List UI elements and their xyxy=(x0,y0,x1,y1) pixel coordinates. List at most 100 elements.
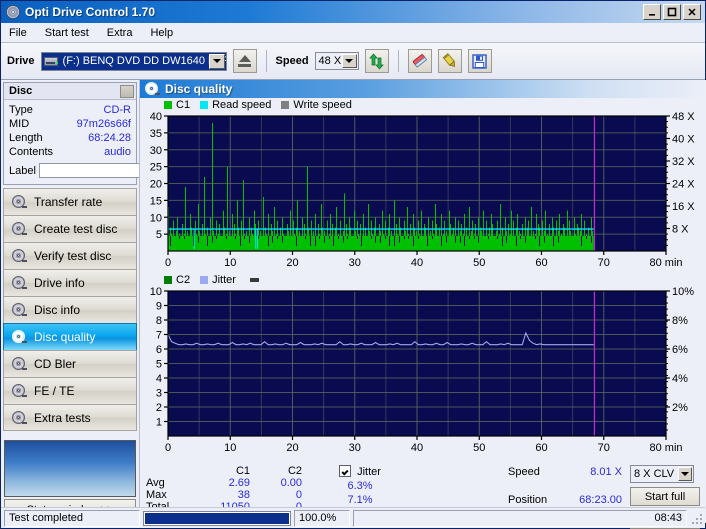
content-area: Disc quality C1 Read speed Write speed 5… xyxy=(139,80,706,529)
svg-text:30: 30 xyxy=(349,257,361,269)
disc-icon xyxy=(12,222,27,236)
disc-field-length-label: Length xyxy=(9,132,43,144)
sidebar-item-fe-te[interactable]: FE / TE xyxy=(3,377,137,404)
disc-icon xyxy=(12,410,27,425)
svg-text:40 X: 40 X xyxy=(672,134,695,146)
svg-text:10%: 10% xyxy=(672,287,694,298)
speed-label: Speed xyxy=(275,55,309,67)
svg-text:9: 9 xyxy=(156,301,162,313)
legend-swatch-jitter xyxy=(200,276,209,284)
svg-text:4%: 4% xyxy=(672,373,688,385)
sidebar-item-create-test-disc[interactable]: Create test disc xyxy=(3,215,137,242)
clear-button[interactable] xyxy=(407,49,432,73)
toolbar: Drive (F:) BENQ DVD DD DW1640 BSRB Speed… xyxy=(1,43,705,80)
legend-swatch-c1 xyxy=(164,101,172,109)
toolbar-separator-1 xyxy=(265,50,267,72)
disc-panel-title: Disc xyxy=(9,85,33,97)
close-button[interactable] xyxy=(683,4,701,20)
jitter-max: 7.1% xyxy=(347,494,373,506)
save-button[interactable] xyxy=(467,49,492,73)
param-row-speed: Speed 8.01 X xyxy=(508,466,622,478)
chart2-wrap: 1 2 3 4 5 6 7 8 9 10 2% 4% 6% 8% 10% 0 10 20 30 40 50 60 70 80 … xyxy=(140,286,706,458)
maximize-button[interactable] xyxy=(663,4,681,20)
svg-text:50: 50 xyxy=(473,442,485,454)
disc-quality-c1-chart[interactable]: 5 10 15 20 25 30 35 40 8 X 16 X 24 X 32 X 40 X 48 X 0 1… xyxy=(140,111,706,270)
svg-text:20: 20 xyxy=(286,442,298,454)
edit-button[interactable] xyxy=(437,49,462,73)
sidebar-item-label: Disc quality xyxy=(34,330,96,344)
disc-quality-jitter-chart[interactable]: 1 2 3 4 5 6 7 8 9 10 2% 4% 6% 8% 10% 0 10 20 30 40 50 60 70 80 … xyxy=(140,286,706,455)
disc-field-contents-value: audio xyxy=(104,146,131,158)
table-header-row: C1 C2 xyxy=(146,465,302,477)
menu-bar: File Start test Extra Help xyxy=(1,23,705,43)
jitter-column: Jitter 6.3% 7.1% xyxy=(330,465,390,506)
sidebar-item-label: Create test disc xyxy=(34,222,118,236)
legend-label-c2: C2 xyxy=(176,274,191,286)
sidebar-item-extra-tests[interactable]: Extra tests xyxy=(3,404,137,431)
page-title: Disc quality xyxy=(165,82,233,96)
window-title: Opti Drive Control 1.70 xyxy=(25,5,156,19)
disc-field-length: Length 68:24.28 xyxy=(9,131,131,145)
progress-bar xyxy=(143,510,291,526)
svg-text:8: 8 xyxy=(156,315,162,327)
svg-text:24 X: 24 X xyxy=(672,179,695,191)
menu-file[interactable]: File xyxy=(7,26,29,40)
svg-text:70: 70 xyxy=(598,257,610,269)
legend-swatch-extra xyxy=(249,278,259,282)
status-window-preview xyxy=(4,440,136,497)
sidebar-item-verify-test-disc[interactable]: Verify test disc xyxy=(3,242,137,269)
svg-text:7: 7 xyxy=(156,330,162,342)
menu-start-test[interactable]: Start test xyxy=(43,26,91,40)
disc-field-type-label: Type xyxy=(9,104,33,116)
eraser-icon xyxy=(412,54,427,68)
sidebar-item-cd-bler[interactable]: CD Bler xyxy=(3,350,137,377)
svg-text:0: 0 xyxy=(165,442,171,454)
svg-text:25: 25 xyxy=(150,162,162,174)
max-c1: 38 xyxy=(237,489,250,501)
chart1-wrap: 5 10 15 20 25 30 35 40 8 X 16 X 24 X 32 X 40 X 48 X 0 1… xyxy=(140,111,706,273)
resize-grip[interactable] xyxy=(690,512,702,524)
refresh-icon xyxy=(369,52,384,70)
legend-swatch-c2 xyxy=(164,276,172,284)
jitter-checkbox-row[interactable]: Jitter xyxy=(330,465,390,478)
write-speed-select-arrow[interactable] xyxy=(678,467,692,481)
jitter-checkbox[interactable] xyxy=(339,465,352,477)
speed-select-value: 48 X xyxy=(318,55,342,67)
col-header-c2: C2 xyxy=(287,465,302,477)
speed-select-arrow[interactable] xyxy=(341,54,357,68)
sidebar-item-label: Verify test disc xyxy=(34,249,112,263)
svg-text:5: 5 xyxy=(156,359,162,371)
refresh-button[interactable] xyxy=(364,49,389,73)
disc-icon xyxy=(12,276,27,290)
disc-field-length-value: 68:24.28 xyxy=(88,132,131,144)
title-bar: Opti Drive Control 1.70 xyxy=(1,1,705,23)
svg-text:30: 30 xyxy=(150,145,162,157)
elapsed-time: 08:43 xyxy=(353,509,687,527)
menu-help[interactable]: Help xyxy=(148,26,175,40)
drive-select-value: (F:) BENQ DVD DD DW1640 BSRB xyxy=(62,55,226,67)
sidebar-item-transfer-rate[interactable]: Transfer rate xyxy=(3,188,137,215)
disc-icon xyxy=(12,330,27,344)
svg-text:6%: 6% xyxy=(672,344,688,356)
speed-select[interactable]: 48 X xyxy=(314,52,359,70)
write-speed-select[interactable]: 8 X CLV xyxy=(630,465,694,483)
toolbar-separator-2 xyxy=(397,50,399,72)
error-table: C1 C2 Avg 2.69 0.00 Max 38 0 xyxy=(146,465,302,513)
eject-button[interactable] xyxy=(232,49,257,73)
svg-text:20: 20 xyxy=(150,179,162,191)
sidebar-item-disc-quality[interactable]: Disc quality xyxy=(3,323,137,350)
drive-select-arrow[interactable] xyxy=(208,53,225,69)
start-full-button[interactable]: Start full xyxy=(630,487,700,506)
sidebar-item-drive-info[interactable]: Drive info xyxy=(3,269,137,296)
panel-header: Disc quality xyxy=(140,80,706,98)
minimize-button[interactable] xyxy=(643,4,661,20)
menu-extra[interactable]: Extra xyxy=(105,26,135,40)
svg-text:60: 60 xyxy=(535,257,547,269)
position-param-value: 68:23.00 xyxy=(579,494,622,506)
svg-text:0: 0 xyxy=(165,257,171,269)
drive-select[interactable]: (F:) BENQ DVD DD DW1640 BSRB xyxy=(40,51,227,71)
disc-icon xyxy=(12,357,27,371)
sidebar-item-disc-info[interactable]: Disc info xyxy=(3,296,137,323)
disc-icon xyxy=(12,249,27,263)
disc-panel-collapse-button[interactable] xyxy=(120,84,134,98)
